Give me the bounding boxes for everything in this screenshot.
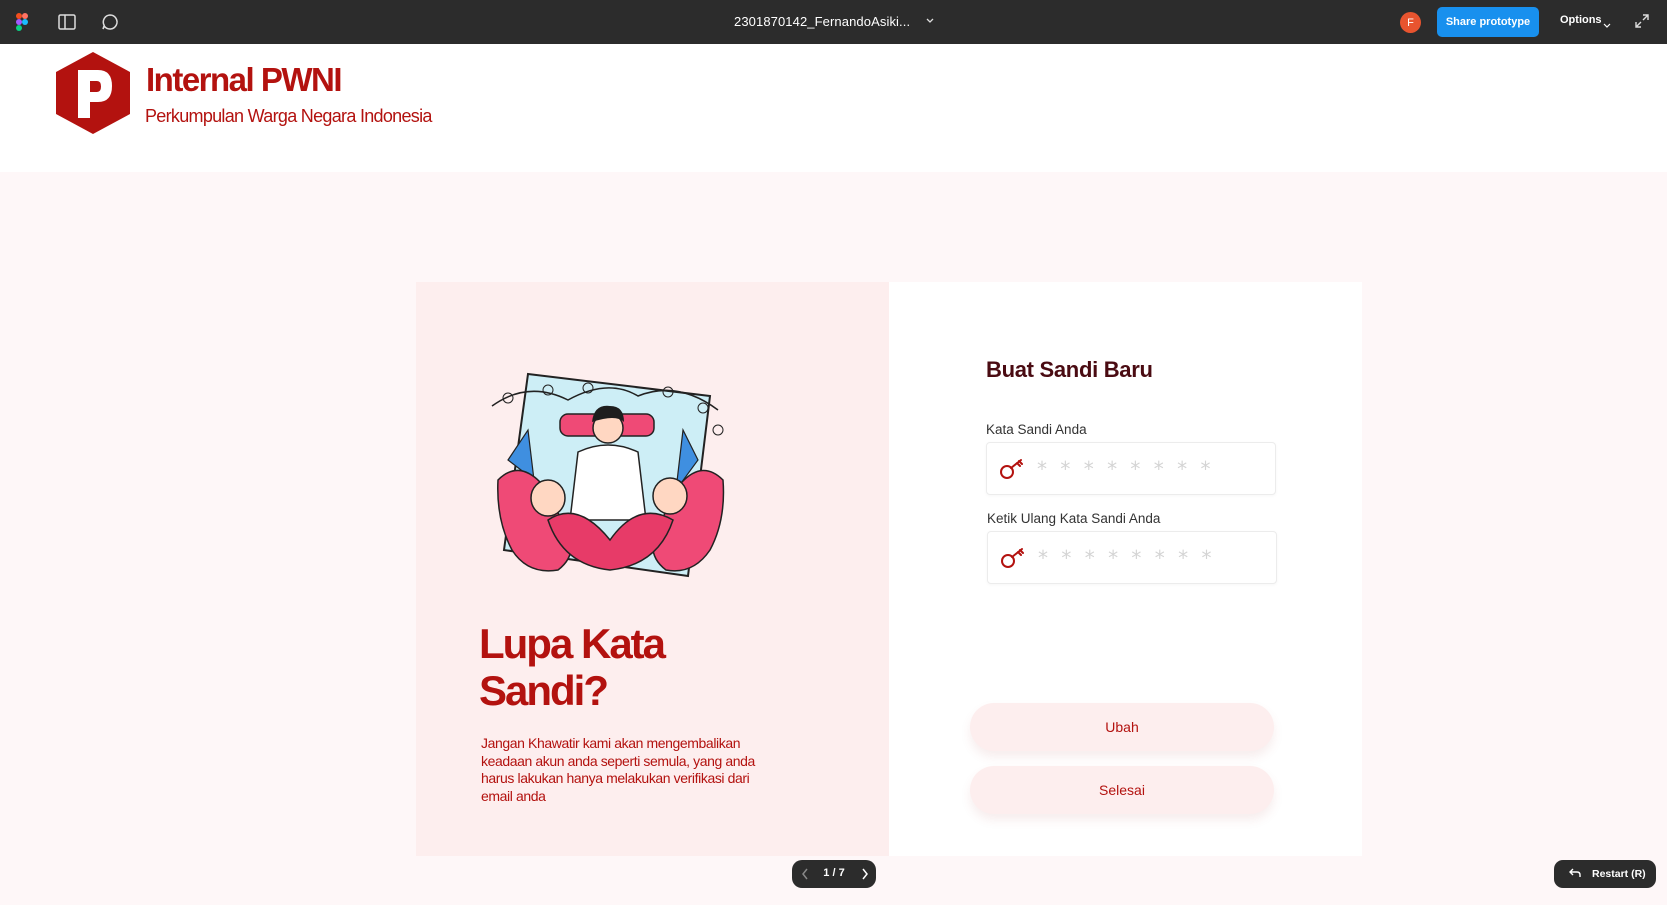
key-icon — [999, 457, 1025, 481]
chevron-left-icon[interactable] — [800, 867, 810, 884]
confirm-password-placeholder: * * * * * * * * — [1038, 546, 1216, 570]
brand-title: Internal PWNI — [146, 61, 343, 98]
sidebar-toggle-icon[interactable] — [55, 10, 79, 34]
key-icon — [1000, 546, 1026, 570]
chevron-down-icon[interactable] — [1603, 16, 1611, 34]
comment-icon[interactable] — [98, 10, 122, 34]
password-field[interactable]: * * * * * * * * — [986, 442, 1276, 495]
page-description: Jangan Khawatir kami akan mengembalikan … — [481, 735, 755, 804]
avatar[interactable]: F — [1400, 12, 1421, 33]
password-label: Kata Sandi Anda — [986, 422, 1087, 437]
page-title: Lupa Kata Sandi? — [479, 620, 666, 714]
password-placeholder: * * * * * * * * — [1037, 457, 1215, 481]
expand-icon[interactable] — [1634, 13, 1652, 31]
pwni-logo-icon — [56, 52, 130, 134]
restart-button[interactable]: Restart (R) — [1554, 860, 1656, 888]
page-indicator: 1 / 7 — [823, 867, 845, 879]
share-prototype-button[interactable]: Share prototype — [1437, 7, 1539, 37]
figma-logo-icon[interactable] — [10, 10, 34, 34]
form-title: Buat Sandi Baru — [986, 357, 1153, 382]
confirm-password-field[interactable]: * * * * * * * * — [987, 531, 1277, 584]
restart-label: Restart (R) — [1592, 868, 1646, 880]
prototype-toolbar: 2301870142_FernandoAsiki... F Share prot… — [0, 0, 1667, 44]
brand-subtitle: Perkumpulan Warga Negara Indonesia — [145, 106, 432, 126]
chevron-down-icon[interactable] — [925, 12, 941, 32]
done-button[interactable]: Selesai — [970, 766, 1274, 814]
change-button[interactable]: Ubah — [970, 703, 1274, 751]
file-name[interactable]: 2301870142_FernandoAsiki... — [734, 14, 910, 29]
options-button[interactable]: Options — [1560, 14, 1602, 26]
confirm-password-label: Ketik Ulang Kata Sandi Anda — [987, 511, 1161, 526]
person-in-hands-illustration — [488, 370, 733, 582]
restart-icon — [1568, 867, 1582, 882]
chevron-right-icon[interactable] — [860, 867, 870, 884]
page-navigator: 1 / 7 — [792, 860, 876, 888]
